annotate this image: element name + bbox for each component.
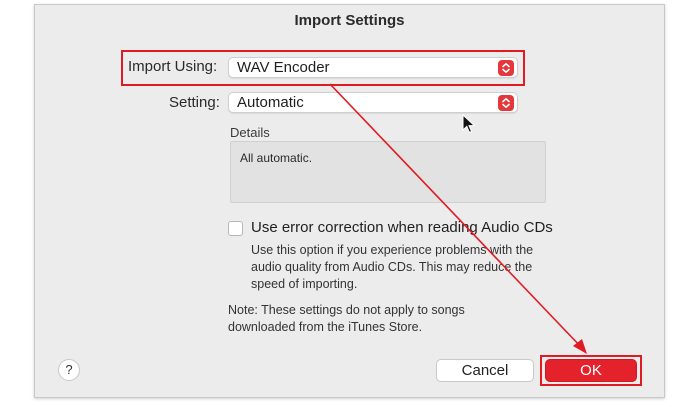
annotation-arrow xyxy=(329,83,587,354)
mouse-cursor-icon xyxy=(462,114,476,134)
